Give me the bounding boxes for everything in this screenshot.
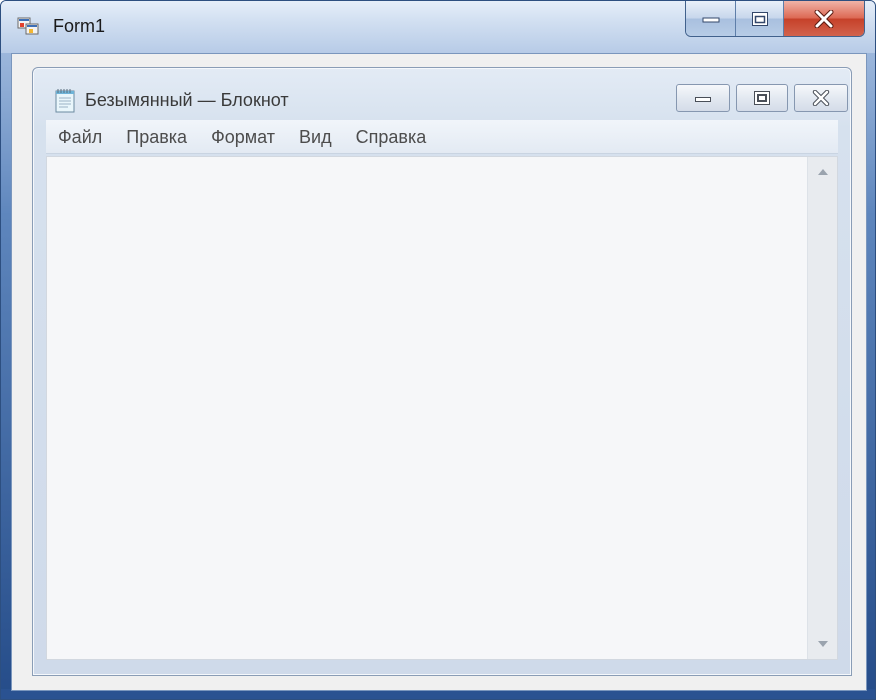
menu-format[interactable]: Формат — [199, 120, 287, 154]
menu-file[interactable]: Файл — [46, 120, 114, 154]
menu-view[interactable]: Вид — [287, 120, 344, 154]
notepad-minimize-button[interactable] — [676, 84, 730, 112]
maximize-icon — [751, 11, 768, 26]
notepad-window: Безымянный — Блокнот Файл Правка Формат … — [32, 67, 852, 676]
chevron-down-icon — [818, 641, 828, 647]
winforms-app-icon — [17, 17, 39, 35]
menu-edit[interactable]: Правка — [114, 120, 199, 154]
scroll-up-button[interactable] — [808, 159, 838, 185]
form1-titlebar[interactable]: Form1 — [1, 1, 875, 53]
notepad-maximize-button[interactable] — [736, 84, 788, 112]
minimize-icon — [702, 17, 719, 22]
form1-client-area: Безымянный — Блокнот Файл Правка Формат … — [11, 53, 867, 691]
form1-window: Form1 Безымянный — Блокнот Файл Правка Ф… — [0, 0, 876, 700]
form1-title: Form1 — [53, 16, 106, 36]
notepad-menubar: Файл Правка Формат Вид Справка — [46, 120, 838, 154]
notepad-window-controls — [676, 84, 848, 112]
scroll-down-button[interactable] — [808, 631, 838, 657]
notepad-close-button[interactable] — [794, 84, 848, 112]
notepad-text-content[interactable] — [51, 161, 803, 655]
form1-frame-left — [1, 53, 11, 699]
form1-window-controls — [685, 1, 865, 37]
close-icon — [812, 90, 830, 106]
menu-help[interactable]: Справка — [344, 120, 439, 154]
notepad-text-area[interactable] — [46, 156, 838, 660]
notepad-title: Безымянный — Блокнот — [85, 90, 289, 110]
maximize-icon — [754, 91, 770, 105]
notepad-icon — [55, 89, 75, 113]
form1-maximize-button[interactable] — [736, 1, 784, 36]
close-icon — [814, 9, 834, 28]
vertical-scrollbar[interactable] — [807, 157, 837, 659]
chevron-up-icon — [818, 169, 828, 175]
form1-minimize-button[interactable] — [686, 1, 736, 36]
form1-close-button[interactable] — [784, 1, 864, 36]
minimize-icon — [695, 97, 711, 102]
